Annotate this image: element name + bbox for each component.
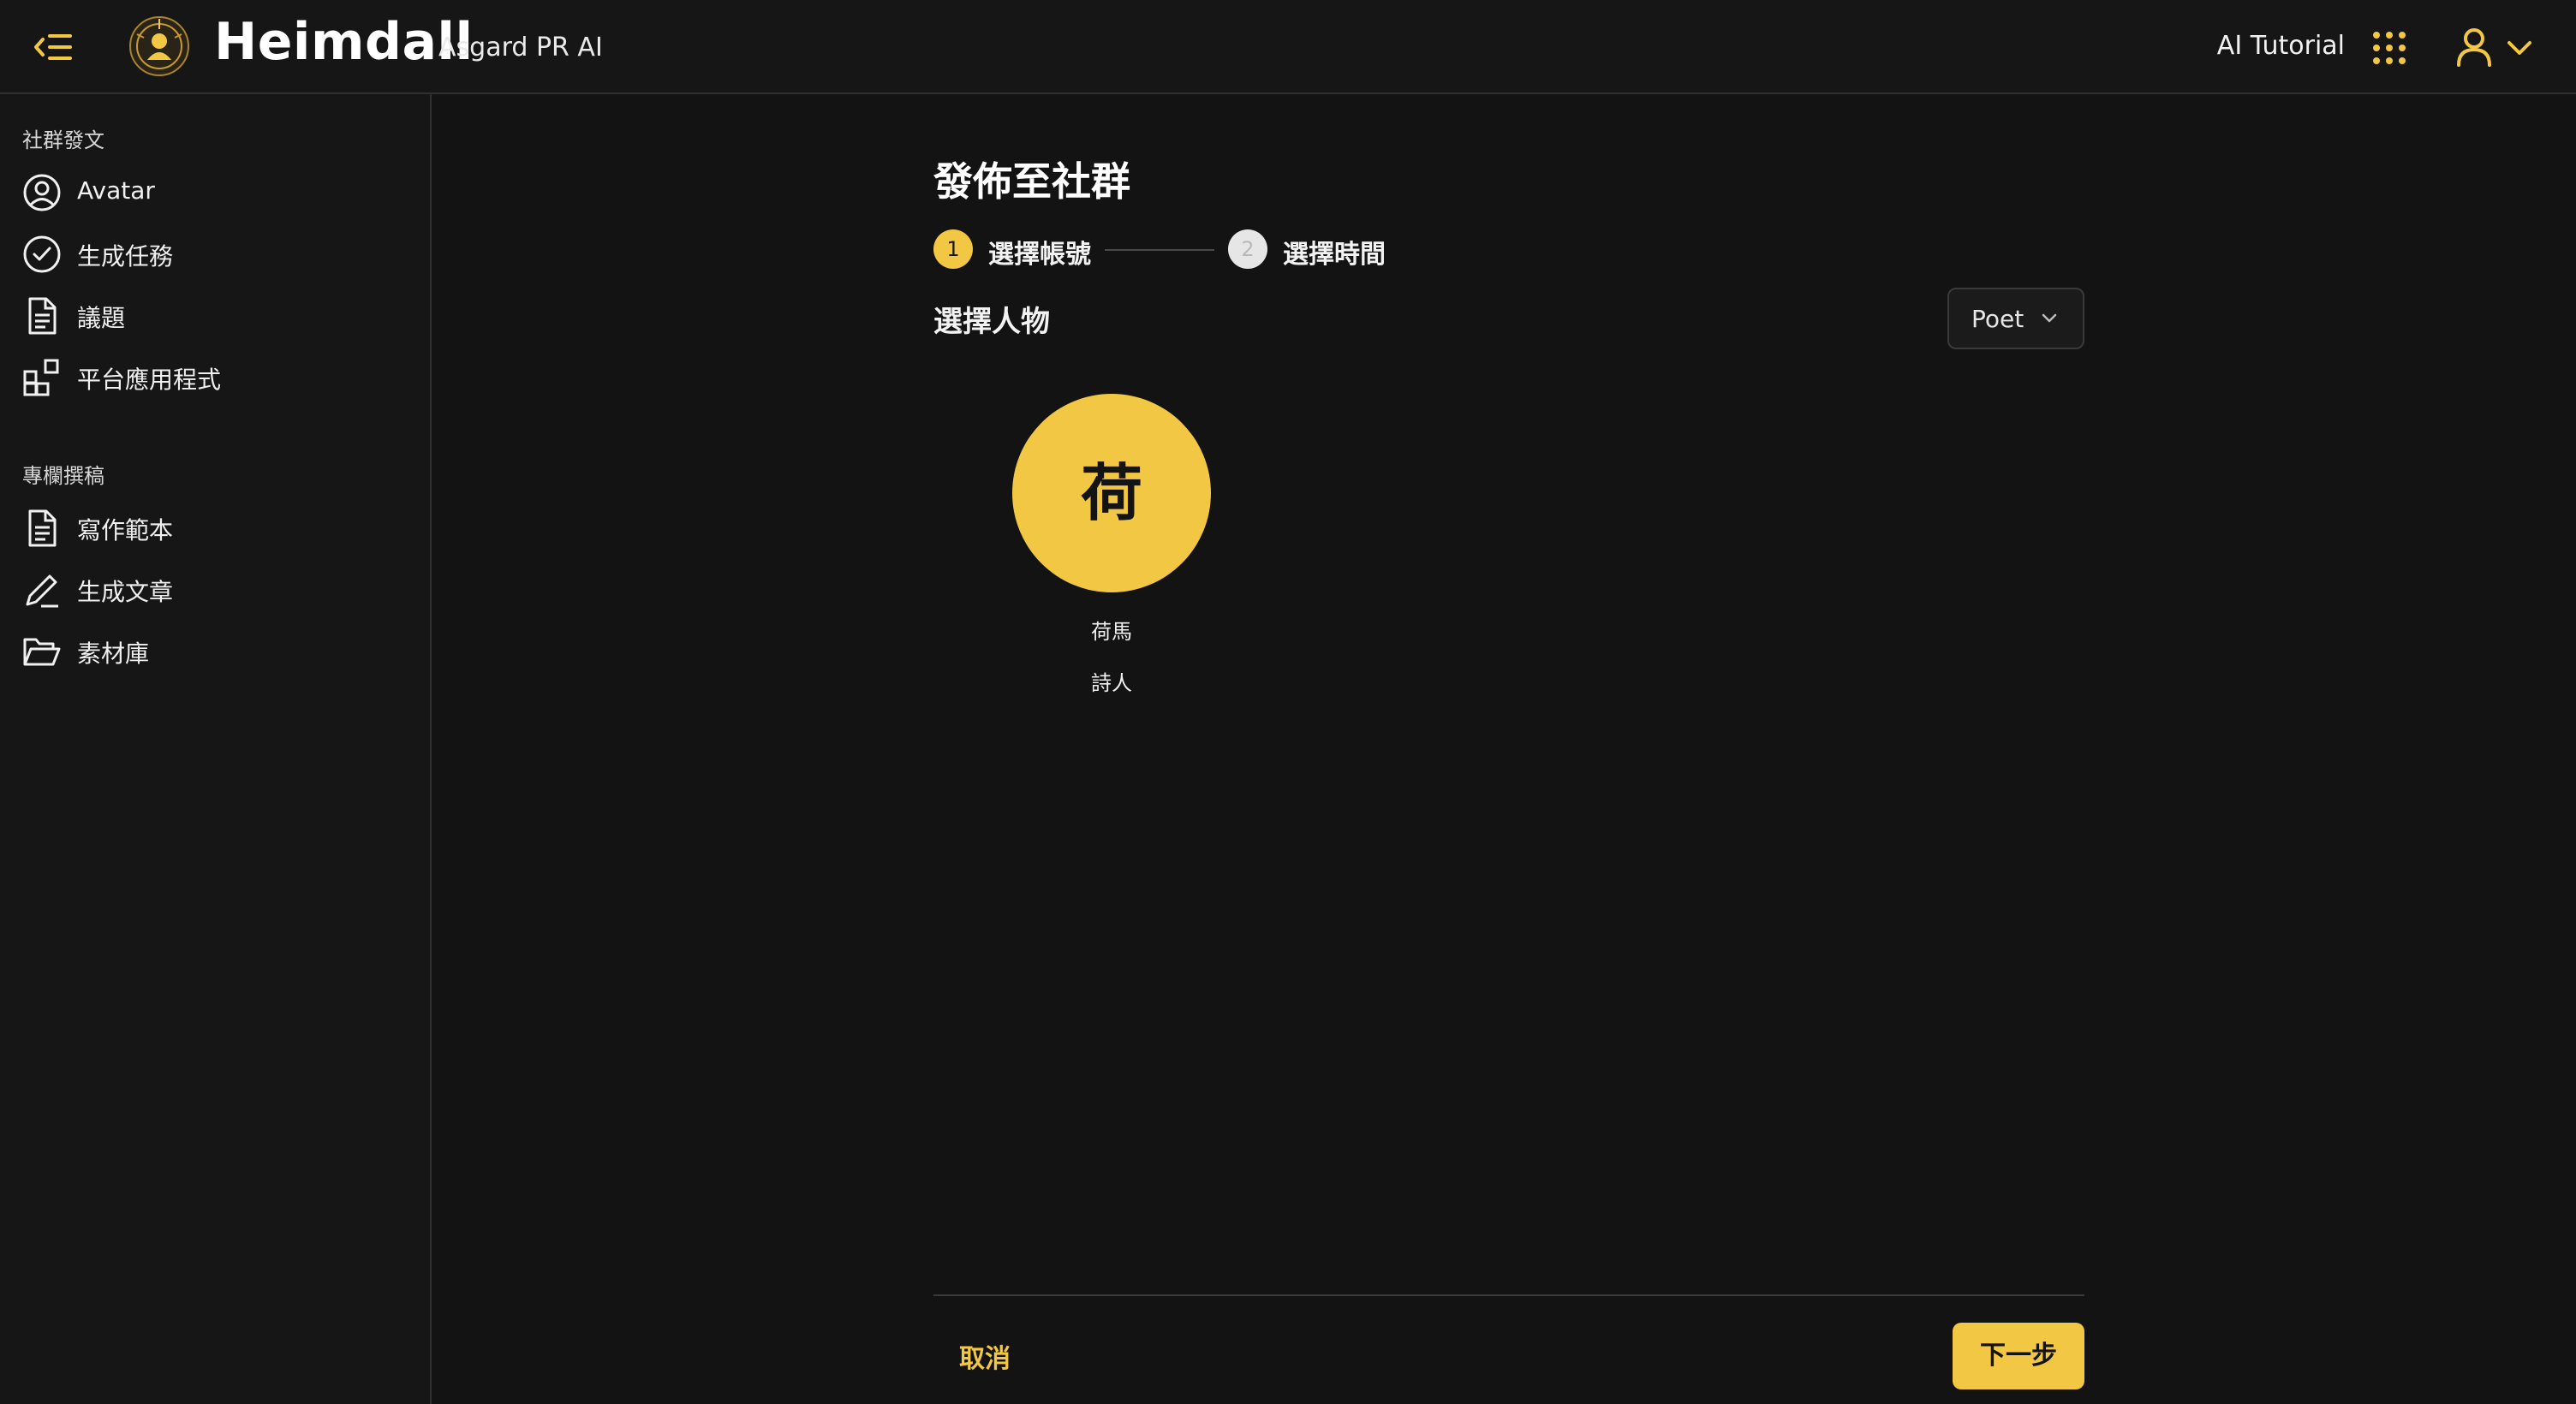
sidebar-item-label: 議題 <box>77 304 126 332</box>
step-1-indicator: 1 <box>933 229 973 269</box>
document-icon <box>22 509 62 548</box>
persona-filter-select[interactable]: Poet <box>1947 288 2084 349</box>
sidebar: 社群發文 Avatar 生成任務 議題 平台應用程式 專欄撰稿 寫作範本 生成文… <box>0 94 432 1404</box>
sidebar-item-label: 素材庫 <box>77 640 150 668</box>
apps-grid-icon[interactable] <box>2372 31 2406 65</box>
sidebar-item-label: 平台應用程式 <box>77 366 222 394</box>
ai-tutorial-link[interactable]: AI Tutorial <box>2217 31 2345 61</box>
cancel-button[interactable]: 取消 <box>959 1337 1011 1375</box>
sidebar-item-avatar[interactable]: Avatar <box>0 164 428 219</box>
sidebar-item-platform-apps[interactable]: 平台應用程式 <box>0 349 428 404</box>
check-circle-icon <box>22 235 62 274</box>
apps-add-icon <box>22 358 62 397</box>
top-header: Heimdall Asgard PR AI AI Tutorial <box>0 0 2576 94</box>
sidebar-section-social: 社群發文 <box>22 128 104 152</box>
document-icon <box>22 296 62 336</box>
step-2-label: 選擇時間 <box>1283 240 1386 270</box>
user-icon[interactable] <box>2451 24 2497 70</box>
next-button[interactable]: 下一步 <box>1953 1323 2084 1389</box>
step-connector <box>1105 249 1214 251</box>
pen-icon <box>22 570 62 610</box>
folder-open-icon <box>22 632 62 671</box>
sidebar-item-library[interactable]: 素材庫 <box>0 623 428 678</box>
menu-collapse-icon[interactable] <box>33 29 74 65</box>
persona-card[interactable]: 荷 荷馬 詩人 <box>993 390 1230 699</box>
persona-filter-value: Poet <box>1971 305 2024 333</box>
select-persona-heading: 選擇人物 <box>933 305 1050 339</box>
app-title: Heimdall <box>214 12 474 72</box>
sidebar-item-generate-article[interactable]: 生成文章 <box>0 562 428 616</box>
footer-divider <box>933 1294 2084 1296</box>
step-1-label: 選擇帳號 <box>988 240 1091 270</box>
user-circle-icon <box>22 173 62 212</box>
sidebar-item-label: Avatar <box>77 176 155 205</box>
sidebar-item-topics[interactable]: 議題 <box>0 288 428 342</box>
sidebar-item-tasks[interactable]: 生成任務 <box>0 226 428 281</box>
heimdall-logo <box>128 15 190 77</box>
sidebar-section-columns: 專欄撰稿 <box>22 464 104 488</box>
app-subtitle: Asgard PR AI <box>438 33 603 62</box>
sidebar-item-label: 寫作範本 <box>77 516 174 544</box>
persona-name: 荷馬 <box>1091 620 1132 644</box>
step-2-indicator: 2 <box>1228 229 1267 269</box>
persona-avatar: 荷 <box>1012 394 1211 592</box>
persona-role: 詩人 <box>1091 671 1132 695</box>
page-title: 發佈至社群 <box>933 158 1130 205</box>
sidebar-item-label: 生成任務 <box>77 242 174 271</box>
chevron-down-icon[interactable] <box>2504 34 2535 60</box>
sidebar-item-label: 生成文章 <box>77 578 174 606</box>
chevron-down-icon <box>2040 310 2059 327</box>
sidebar-item-templates[interactable]: 寫作範本 <box>0 500 428 555</box>
